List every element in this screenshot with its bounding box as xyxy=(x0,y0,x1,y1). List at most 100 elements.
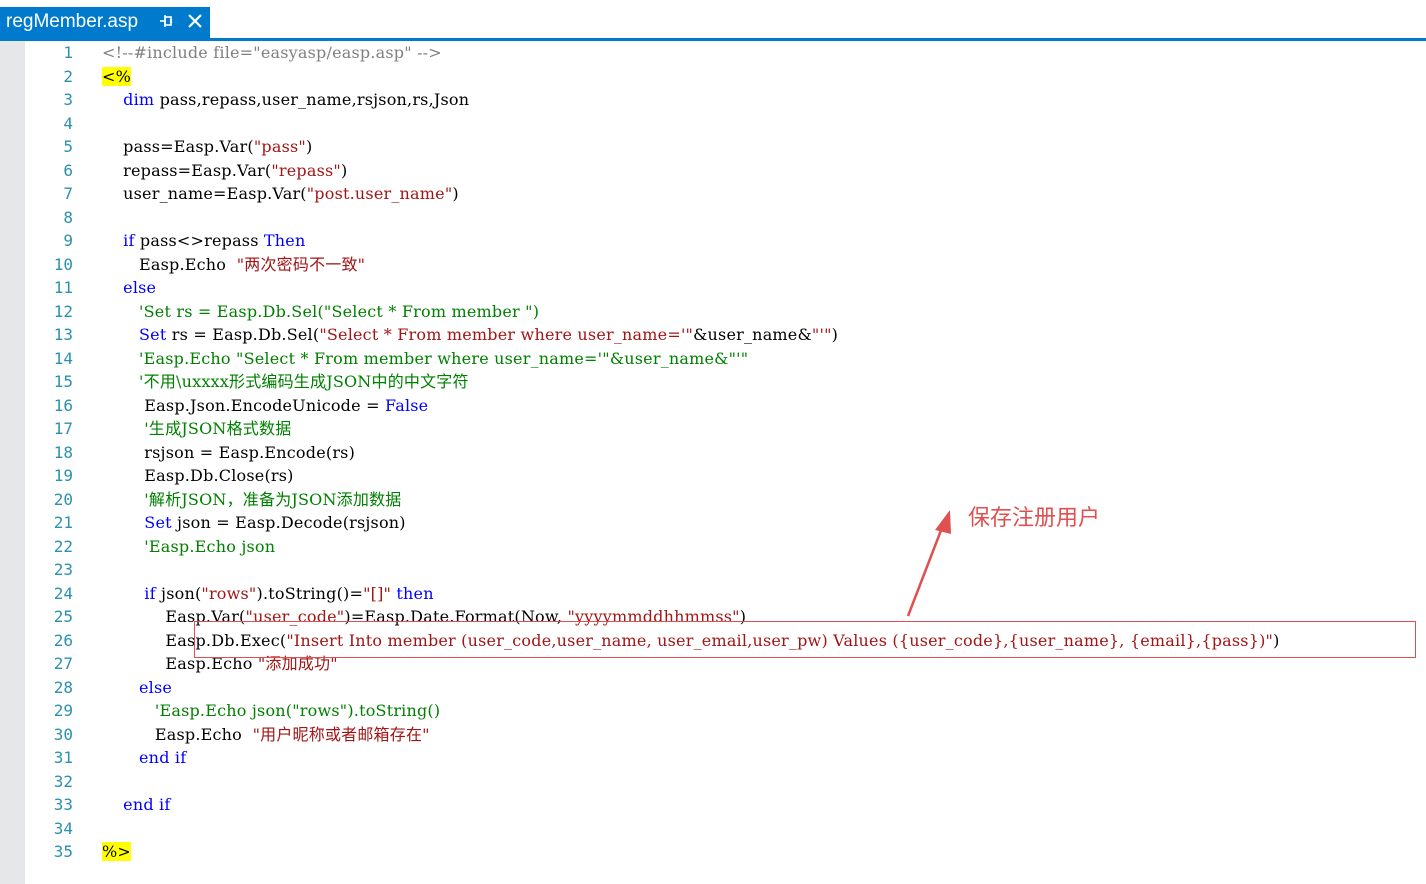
code-line[interactable]: 29 'Easp.Echo json("rows").toString() xyxy=(0,699,1426,722)
code-token: ) xyxy=(831,325,839,344)
code-line[interactable]: 12 'Set rs = Easp.Db.Sel("Select * From … xyxy=(0,300,1426,323)
code-line[interactable]: 21 Set json = Easp.Decode(rsjson) xyxy=(0,511,1426,534)
code-text: 'Easp.Echo json("rows").toString() xyxy=(102,699,440,722)
code-line[interactable]: 4 xyxy=(0,112,1426,135)
code-line[interactable]: 2 <% xyxy=(0,65,1426,88)
string-token: "pass" xyxy=(253,137,306,156)
code-line[interactable]: 30 Easp.Echo "用户昵称或者邮箱存在" xyxy=(0,723,1426,746)
keyword-token: else xyxy=(139,677,173,697)
code-text: Easp.Db.Close(rs) xyxy=(102,464,294,487)
code-text: end if xyxy=(102,746,186,769)
code-line[interactable]: 33 end if xyxy=(0,793,1426,816)
code-token: Easp.Db.Close(rs) xyxy=(102,466,294,485)
code-token: rsjson = Easp.Encode(rs) xyxy=(102,442,356,462)
line-number: 22 xyxy=(53,536,73,556)
code-line[interactable]: 20 '解析JSON，准备为JSON添加数据 xyxy=(0,488,1426,511)
code-line[interactable]: 32 xyxy=(0,770,1426,793)
keyword-token: else xyxy=(123,278,157,297)
code-text: <% xyxy=(102,65,132,88)
code-token: Easp.Echo xyxy=(102,724,253,744)
code-text: Easp.Json.EncodeUnicode = False xyxy=(102,394,428,417)
keyword-token: if xyxy=(144,583,156,603)
line-number: 2 xyxy=(63,66,73,86)
code-text: 'Set rs = Easp.Db.Sel("Select * From mem… xyxy=(102,300,539,323)
code-line[interactable]: 19 Easp.Db.Close(rs) xyxy=(0,464,1426,487)
comment-token: '解析JSON，准备为JSON添加数据 xyxy=(144,489,402,509)
code-line[interactable]: 9 if pass<>repass Then xyxy=(0,229,1426,252)
code-text: '不用\uxxxx形式编码生成JSON中的中文字符 xyxy=(102,370,469,393)
code-text: dim pass,repass,user_name,rsjson,rs,Json xyxy=(102,88,469,111)
code-line[interactable]: 11 else xyxy=(0,276,1426,299)
code-line[interactable]: 16 Easp.Json.EncodeUnicode = False xyxy=(0,394,1426,417)
code-line[interactable]: 17 '生成JSON格式数据 xyxy=(0,417,1426,440)
code-line[interactable]: 15 '不用\uxxxx形式编码生成JSON中的中文字符 xyxy=(0,370,1426,393)
code-line[interactable]: 28 else xyxy=(0,676,1426,699)
code-token: user_name=Easp.Var( xyxy=(102,184,307,203)
code-line[interactable]: 3 dim pass,repass,user_name,rsjson,rs,Js… xyxy=(0,88,1426,111)
line-number: 12 xyxy=(53,301,73,321)
code-line[interactable]: 6 repass=Easp.Var("repass") xyxy=(0,159,1426,182)
line-number: 4 xyxy=(63,113,73,133)
code-token: json( xyxy=(155,583,202,603)
pin-icon[interactable] xyxy=(157,11,175,31)
line-number: 19 xyxy=(53,466,73,485)
code-line[interactable]: 14 'Easp.Echo "Select * From member wher… xyxy=(0,347,1426,370)
code-text: 'Easp.Echo "Select * From member where u… xyxy=(102,347,748,370)
code-text: rsjson = Easp.Encode(rs) xyxy=(102,441,355,464)
keyword-token: end if xyxy=(139,748,187,767)
comment-token: 'Easp.Echo json("rows").toString() xyxy=(154,701,441,720)
code-token: ) xyxy=(305,137,313,156)
code-token: Easp.Echo xyxy=(102,254,237,274)
code-line[interactable]: 31 end if xyxy=(0,746,1426,769)
tab-regmember-asp[interactable]: regMember.asp xyxy=(0,7,210,38)
document-tab-strip: regMember.asp xyxy=(0,0,1426,38)
code-line[interactable]: 35 %> xyxy=(0,840,1426,863)
line-number: 26 xyxy=(53,630,73,650)
keyword-token: Set xyxy=(139,325,167,344)
code-line[interactable]: 18 rsjson = Easp.Encode(rs) xyxy=(0,441,1426,464)
code-text: pass=Easp.Var("pass") xyxy=(102,135,312,158)
code-line[interactable]: 22 'Easp.Echo json xyxy=(0,535,1426,558)
code-line[interactable]: 34 xyxy=(0,817,1426,840)
comment-token: 'Easp.Echo json xyxy=(144,536,276,556)
code-line[interactable]: 10 Easp.Echo "两次密码不一致" xyxy=(0,253,1426,276)
code-line[interactable]: 8 xyxy=(0,206,1426,229)
code-line[interactable]: 23 xyxy=(0,558,1426,581)
code-line[interactable]: 5 pass=Easp.Var("pass") xyxy=(0,135,1426,158)
code-line[interactable]: 13 Set rs = Easp.Db.Sel("Select * From m… xyxy=(0,323,1426,346)
line-number: 21 xyxy=(53,513,73,532)
code-line[interactable]: 1 <!--#include file="easyasp/easp.asp" --… xyxy=(0,41,1426,64)
code-line[interactable]: 24 if json("rows").toString()="[]" then xyxy=(0,582,1426,605)
code-token: <!--#include file="easyasp/easp.asp" --> xyxy=(102,43,442,62)
code-token: pass=Easp.Var( xyxy=(102,137,254,156)
code-editor[interactable]: 1 <!--#include file="easyasp/easp.asp" --… xyxy=(0,41,1426,884)
line-number: 20 xyxy=(53,489,73,509)
line-number: 5 xyxy=(63,137,73,156)
string-token: "[]" xyxy=(363,583,392,603)
code-token: ) xyxy=(340,160,348,180)
keyword-token: dim xyxy=(123,90,155,109)
string-token: "用户昵称或者邮箱存在" xyxy=(252,724,430,744)
comment-token: '不用\uxxxx形式编码生成JSON中的中文字符 xyxy=(139,372,469,391)
keyword-token: False xyxy=(384,395,429,415)
code-text: user_name=Easp.Var("post.user_name") xyxy=(102,182,459,205)
annotation-highlight-box xyxy=(194,621,1416,658)
line-number: 11 xyxy=(53,278,73,297)
code-line[interactable]: 7 user_name=Easp.Var("post.user_name") xyxy=(0,182,1426,205)
string-token: "repass" xyxy=(271,160,341,180)
asp-delimiter: %> xyxy=(102,842,132,861)
close-icon[interactable] xyxy=(185,11,205,31)
keyword-token: then xyxy=(396,583,434,603)
code-text: if json("rows").toString()="[]" then xyxy=(102,582,434,605)
code-text: Easp.Echo "用户昵称或者邮箱存在" xyxy=(102,723,430,746)
keyword-token: if xyxy=(123,231,135,250)
